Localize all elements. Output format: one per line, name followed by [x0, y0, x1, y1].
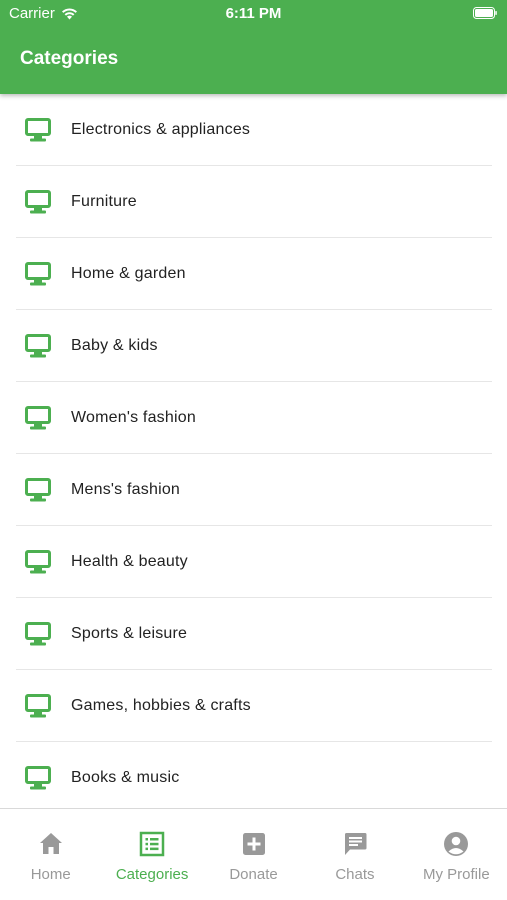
category-item[interactable]: Books & music [0, 742, 507, 808]
category-item[interactable]: Sports & leisure [0, 598, 507, 670]
monitor-icon [25, 334, 51, 358]
tab-my-profile[interactable]: My Profile [406, 809, 507, 900]
monitor-icon [25, 694, 51, 718]
tab-chats[interactable]: Chats [304, 809, 405, 900]
home-icon [38, 831, 64, 857]
category-label: Electronics & appliances [71, 121, 251, 138]
category-label: Baby & kids [71, 337, 158, 354]
page-title: Categories [20, 48, 119, 69]
chat-icon [342, 831, 368, 857]
monitor-icon [25, 190, 51, 214]
app-header: Carrier 6:11 PM Categories [0, 0, 507, 94]
tab-donate[interactable]: Donate [203, 809, 304, 900]
monitor-icon [25, 262, 51, 286]
profile-icon [443, 831, 469, 857]
tab-label: Chats [335, 866, 375, 883]
status-time: 6:11 PM [225, 5, 282, 22]
tab-label: Donate [229, 866, 278, 883]
tab-label: Categories [115, 866, 189, 883]
screen: Carrier 6:11 PM Categories Electronics &… [0, 0, 507, 900]
tab-home[interactable]: Home [0, 809, 101, 900]
monitor-icon [25, 406, 51, 430]
monitor-icon [25, 478, 51, 502]
category-item[interactable]: Furniture [0, 166, 507, 238]
monitor-icon [25, 118, 51, 142]
category-label: Furniture [71, 193, 137, 210]
monitor-icon [25, 622, 51, 646]
plus-box-icon [241, 831, 267, 857]
status-bar: Carrier 6:11 PM [0, 0, 507, 28]
category-list: Electronics & appliances Furniture Home & … [0, 94, 507, 808]
category-item[interactable]: Games, hobbies & crafts [0, 670, 507, 742]
tab-bar: Home Categories Donate Chats My Profile [0, 808, 507, 900]
category-item[interactable]: Home & garden [0, 238, 507, 310]
tab-label: Home [30, 866, 71, 883]
category-label: Mens's fashion [71, 481, 181, 498]
category-item[interactable]: Women's fashion [0, 382, 507, 454]
monitor-icon [25, 550, 51, 574]
category-label: Home & garden [71, 265, 186, 282]
category-item[interactable]: Electronics & appliances [0, 94, 507, 166]
list-icon [139, 831, 165, 857]
tab-categories[interactable]: Categories [101, 809, 202, 900]
category-item[interactable]: Mens's fashion [0, 454, 507, 526]
category-item[interactable]: Baby & kids [0, 310, 507, 382]
tab-label: My Profile [422, 866, 490, 883]
category-label: Health & beauty [71, 553, 188, 570]
battery-icon [473, 7, 497, 19]
category-label: Games, hobbies & crafts [71, 697, 251, 714]
category-item[interactable]: Health & beauty [0, 526, 507, 598]
category-label: Sports & leisure [71, 625, 188, 642]
monitor-icon [25, 766, 51, 790]
category-label: Women's fashion [71, 409, 196, 426]
category-label: Books & music [71, 769, 180, 786]
